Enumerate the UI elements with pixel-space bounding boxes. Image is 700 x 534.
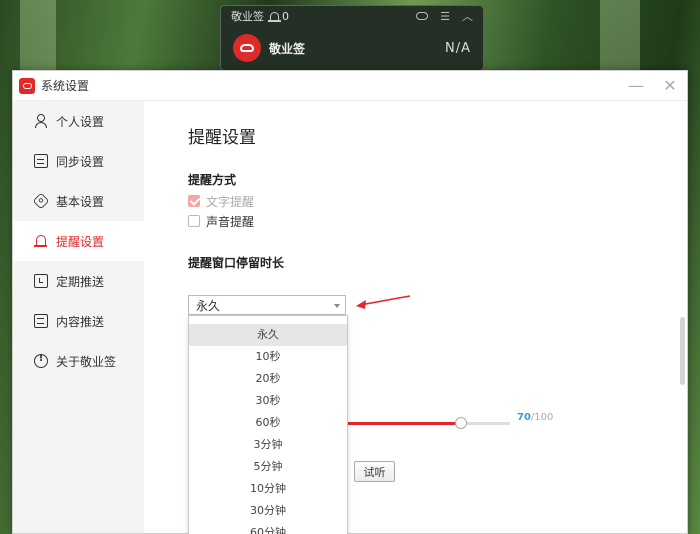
sidebar-item-label: 定期推送 xyxy=(56,274,105,289)
sound-reminder-label: 声音提醒 xyxy=(206,214,255,229)
menu-icon[interactable]: ☰ xyxy=(440,10,450,23)
volume-slider[interactable] xyxy=(346,416,510,430)
title-bar[interactable]: 系统设置 — ✕ xyxy=(13,71,687,101)
widget-title: 敬业签 xyxy=(231,10,264,23)
dropdown-option[interactable]: 5分钟 xyxy=(189,456,347,478)
document-icon xyxy=(34,314,48,328)
settings-content: 提醒设置 提醒方式 文字提醒 声音提醒 提醒窗口停留时长 永久 永久 10秒 2… xyxy=(144,101,687,534)
dropdown-option[interactable]: 60分钟 xyxy=(189,522,347,534)
sidebar-item-scheduled-push[interactable]: 定期推送 xyxy=(13,261,144,301)
app-icon xyxy=(19,77,35,94)
close-button[interactable]: ✕ xyxy=(653,71,687,101)
dropdown-option[interactable]: 10分钟 xyxy=(189,478,347,500)
sidebar-item-content-push[interactable]: 内容推送 xyxy=(13,301,144,341)
reminder-method-label: 提醒方式 xyxy=(188,173,237,187)
app-logo-icon xyxy=(233,34,261,62)
sidebar-item-label: 同步设置 xyxy=(56,154,105,169)
test-sound-button[interactable]: 试听 xyxy=(354,461,395,482)
volume-current: 70 xyxy=(517,412,531,423)
dropdown-option[interactable]: 永久 xyxy=(189,324,347,346)
sidebar-item-label: 基本设置 xyxy=(56,194,105,209)
sidebar-item-label: 提醒设置 xyxy=(56,234,105,249)
dropdown-option[interactable]: 60秒 xyxy=(189,412,347,434)
sync-icon xyxy=(34,154,48,168)
calendar-icon xyxy=(34,274,48,288)
widget-body: 敬业签 N/A xyxy=(221,26,483,62)
sound-reminder-option[interactable]: 声音提醒 xyxy=(188,214,687,229)
chevron-down-icon xyxy=(334,304,340,308)
settings-icon xyxy=(32,192,50,210)
sidebar-item-sync[interactable]: 同步设置 xyxy=(13,141,144,181)
sidebar-item-basic[interactable]: 基本设置 xyxy=(13,181,144,221)
volume-fill xyxy=(346,422,461,425)
widget-value: N/A xyxy=(445,40,471,56)
sidebar-item-label: 个人设置 xyxy=(56,114,105,129)
info-icon xyxy=(34,353,48,368)
bell-icon[interactable] xyxy=(268,11,281,22)
dropdown-option[interactable]: 30分钟 xyxy=(189,500,347,522)
volume-max: /100 xyxy=(530,412,554,423)
settings-window: 系统设置 — ✕ 个人设置 同步设置 基本设置 提醒设置 定期推送 内容推送 !… xyxy=(12,70,688,534)
sound-reminder-checkbox[interactable] xyxy=(188,215,200,227)
duration-label: 提醒窗口停留时长 xyxy=(188,256,285,270)
dropdown-option[interactable]: 10秒 xyxy=(189,346,347,368)
page-title: 提醒设置 xyxy=(188,128,256,148)
widget-app-name: 敬业签 xyxy=(269,41,306,56)
minimize-button[interactable]: — xyxy=(619,71,653,101)
dropdown-option[interactable]: 20秒 xyxy=(189,368,347,390)
text-reminder-option[interactable]: 文字提醒 xyxy=(188,194,687,209)
scrollbar-thumb[interactable] xyxy=(680,317,685,385)
bell-icon xyxy=(34,234,48,248)
duration-select[interactable]: 永久 xyxy=(188,295,346,315)
note-widget[interactable]: 敬业签 0 ☰ ︿ 敬业签 N/A xyxy=(220,5,484,71)
cloud-icon[interactable] xyxy=(416,12,429,20)
sidebar-item-personal[interactable]: 个人设置 xyxy=(13,101,144,141)
person-icon xyxy=(34,114,48,128)
annotation-arrow-icon xyxy=(356,295,411,309)
collapse-icon[interactable]: ︿ xyxy=(462,8,473,24)
sidebar-item-label: 关于敬业签 xyxy=(56,354,117,369)
window-title: 系统设置 xyxy=(41,79,90,93)
text-reminder-checkbox[interactable] xyxy=(188,195,200,207)
dropdown-option[interactable]: 30秒 xyxy=(189,390,347,412)
reminder-count: 0 xyxy=(282,9,289,23)
sidebar-item-reminder[interactable]: 提醒设置 xyxy=(13,221,144,261)
duration-dropdown-list[interactable]: 永久 10秒 20秒 30秒 60秒 3分钟 5分钟 10分钟 30分钟 60分… xyxy=(188,315,348,534)
sidebar-item-about[interactable]: 关于敬业签 xyxy=(13,341,144,381)
settings-sidebar: 个人设置 同步设置 基本设置 提醒设置 定期推送 内容推送 关于敬业签 xyxy=(13,101,144,533)
volume-readout: 70/100 xyxy=(517,412,553,423)
volume-thumb[interactable] xyxy=(455,417,467,429)
widget-header: 敬业签 0 ☰ ︿ xyxy=(221,6,483,26)
text-reminder-label: 文字提醒 xyxy=(206,194,255,209)
duration-select-value: 永久 xyxy=(196,298,221,313)
dropdown-option[interactable]: 3分钟 xyxy=(189,434,347,456)
content-scrollbar[interactable] xyxy=(677,101,687,533)
sidebar-item-label: 内容推送 xyxy=(56,314,105,329)
